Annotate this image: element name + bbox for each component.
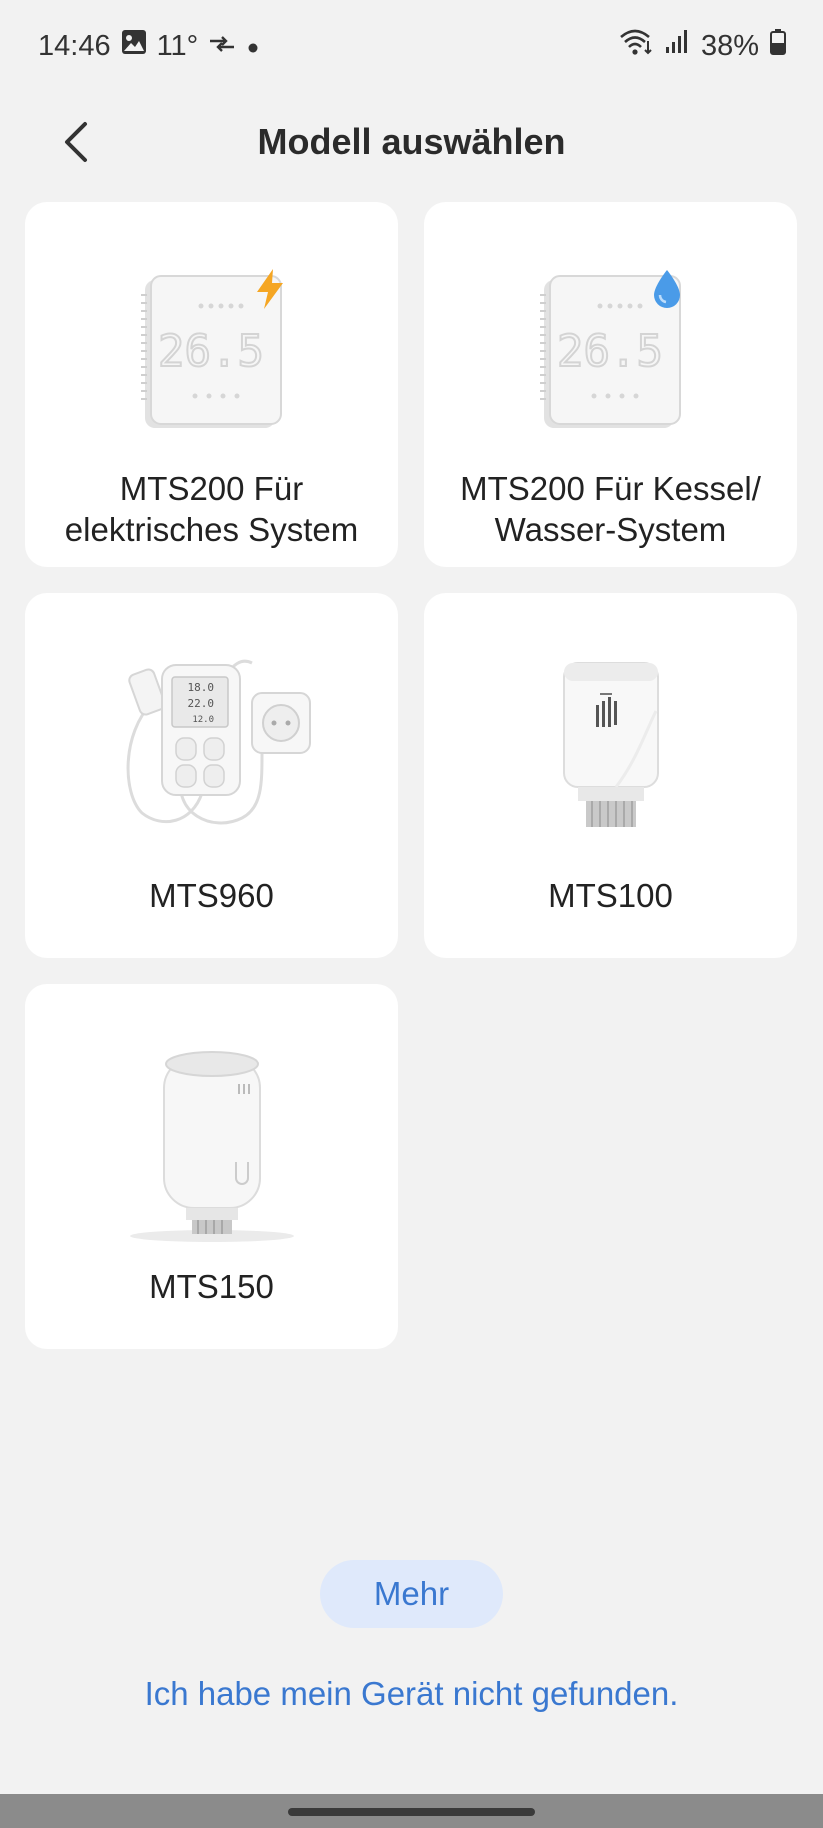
- radiator-valve-image: [424, 661, 797, 831]
- gallery-icon: [121, 29, 147, 63]
- radiator-valve-round-image: [25, 1042, 398, 1242]
- plug-thermostat-image: 18.0 22.0 12.0: [25, 643, 398, 833]
- lightning-icon: [257, 269, 283, 309]
- model-card-label-line1: MTS960: [149, 877, 274, 914]
- more-button[interactable]: Mehr: [320, 1560, 503, 1628]
- model-card-label-line1: MTS200 Für Kessel/: [460, 470, 761, 507]
- model-card-label-line1: MTS200 Für: [119, 470, 304, 507]
- model-card-label-line1: MTS100: [548, 877, 673, 914]
- chevron-left-icon: [65, 122, 87, 162]
- thermostat-panel-image: 26.5: [424, 270, 797, 432]
- model-card-label: MTS200 Für elektrisches System: [35, 468, 388, 550]
- model-card-label: MTS100: [434, 875, 787, 916]
- back-button[interactable]: [46, 112, 106, 172]
- status-bar: 14:46 11° 38%: [0, 0, 823, 92]
- plug-display-line2: 22.0: [187, 697, 214, 710]
- status-left: 14:46 11°: [38, 29, 260, 63]
- home-gesture-handle[interactable]: [288, 1808, 535, 1816]
- status-temperature: 11°: [156, 29, 199, 62]
- status-time: 14:46: [38, 29, 111, 62]
- data-transfer-icon: [208, 30, 236, 63]
- model-card-mts200-water[interactable]: 26.5 MTS200 Für Kessel/ Wasser-System: [424, 202, 797, 567]
- water-drop-icon: [654, 270, 680, 308]
- model-card-label-line2: elektrisches System: [64, 511, 359, 548]
- battery-icon: [769, 28, 787, 64]
- status-battery: 38%: [700, 29, 759, 62]
- model-card-label: MTS960: [35, 875, 388, 916]
- device-not-found-link[interactable]: Ich habe mein Gerät nicht gefunden.: [0, 1675, 823, 1713]
- model-card-mts200-electric[interactable]: 26.5 MTS200 Für elektrisches System: [25, 202, 398, 567]
- model-card-label-line2: Wasser-System: [494, 511, 727, 548]
- model-card-label-line1: MTS150: [149, 1268, 274, 1305]
- plug-display-line3: 12.0: [192, 715, 214, 725]
- model-card-mts100[interactable]: MTS100: [424, 593, 797, 958]
- dot-icon: [246, 30, 260, 63]
- wifi-icon: [619, 27, 655, 65]
- page-title: Modell auswählen: [257, 121, 566, 162]
- plug-display-line1: 18.0: [187, 681, 214, 694]
- signal-icon: [665, 29, 691, 63]
- model-card-label: MTS150: [35, 1266, 388, 1307]
- header: Modell auswählen: [0, 92, 823, 192]
- model-card-mts150[interactable]: MTS150: [25, 984, 398, 1349]
- panel-display-text: 26.5: [158, 326, 264, 377]
- model-card-mts960[interactable]: 18.0 22.0 12.0 MTS960: [25, 593, 398, 958]
- panel-display-text: 26.5: [557, 326, 663, 377]
- status-right: 38%: [619, 27, 787, 65]
- thermostat-panel-image: 26.5: [25, 269, 398, 432]
- model-card-label: MTS200 Für Kessel/ Wasser-System: [434, 468, 787, 550]
